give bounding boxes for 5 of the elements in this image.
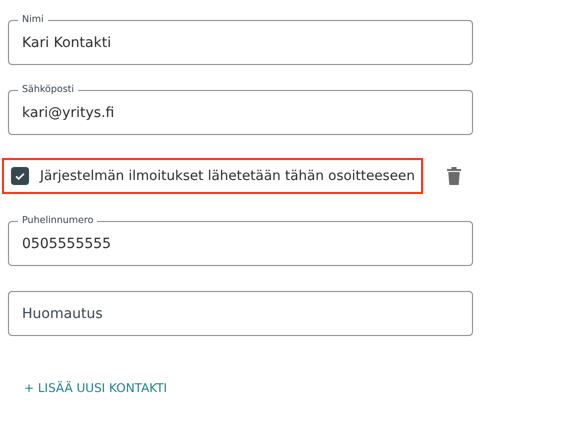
delete-icon[interactable] (446, 167, 461, 185)
checkbox[interactable] (11, 167, 29, 185)
add-contact-link[interactable]: + LISÄÄ UUSI KONTAKTI (24, 381, 168, 395)
checkbox-label: Järjestelmän ilmoitukset lähetetään tähän osoitteeseen (40, 168, 415, 184)
input-field[interactable]: Huomautus (8, 291, 473, 336)
